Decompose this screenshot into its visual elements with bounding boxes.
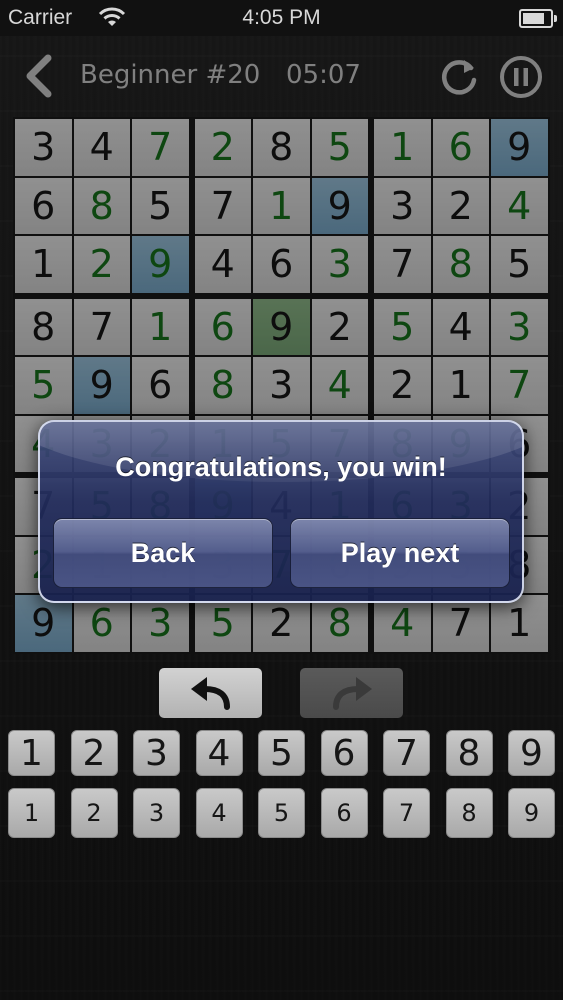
pencil-key-9[interactable]: 9 (508, 788, 555, 838)
play-next-button[interactable]: Play next (290, 518, 510, 588)
pencil-key-5[interactable]: 5 (258, 788, 305, 838)
pencil-key-2[interactable]: 2 (70, 788, 118, 838)
number-key-1[interactable]: 1 (8, 730, 55, 776)
pencil-key-4[interactable]: 4 (195, 788, 243, 838)
win-alert-dialog: Congratulations, you win! Back Play next (38, 420, 524, 603)
battery-level (523, 13, 544, 24)
number-key-9[interactable]: 9 (508, 730, 555, 776)
back-button[interactable]: Back (53, 518, 273, 588)
number-key-4[interactable]: 4 (195, 730, 243, 776)
number-key-7[interactable]: 7 (383, 730, 430, 776)
pencil-key-7[interactable]: 7 (383, 788, 430, 838)
battery-icon (519, 9, 557, 28)
clock: 4:05 PM (242, 6, 321, 29)
undo-button[interactable] (159, 668, 262, 718)
number-key-6[interactable]: 6 (320, 730, 368, 776)
redo-arrow-icon (333, 677, 372, 710)
undo-arrow-icon (191, 677, 230, 710)
redo-button[interactable] (300, 668, 403, 718)
pencil-key-6[interactable]: 6 (320, 788, 368, 838)
pencil-key-1[interactable]: 1 (8, 788, 55, 838)
status-bar: Carrier 4:05 PM (0, 0, 563, 36)
number-key-3[interactable]: 3 (133, 730, 180, 776)
alert-title: Congratulations, you win! (115, 452, 447, 482)
pencil-key-8[interactable]: 8 (445, 788, 493, 838)
number-key-2[interactable]: 2 (70, 730, 118, 776)
pencil-key-3[interactable]: 3 (133, 788, 180, 838)
number-key-8[interactable]: 8 (445, 730, 493, 776)
number-key-5[interactable]: 5 (258, 730, 305, 776)
